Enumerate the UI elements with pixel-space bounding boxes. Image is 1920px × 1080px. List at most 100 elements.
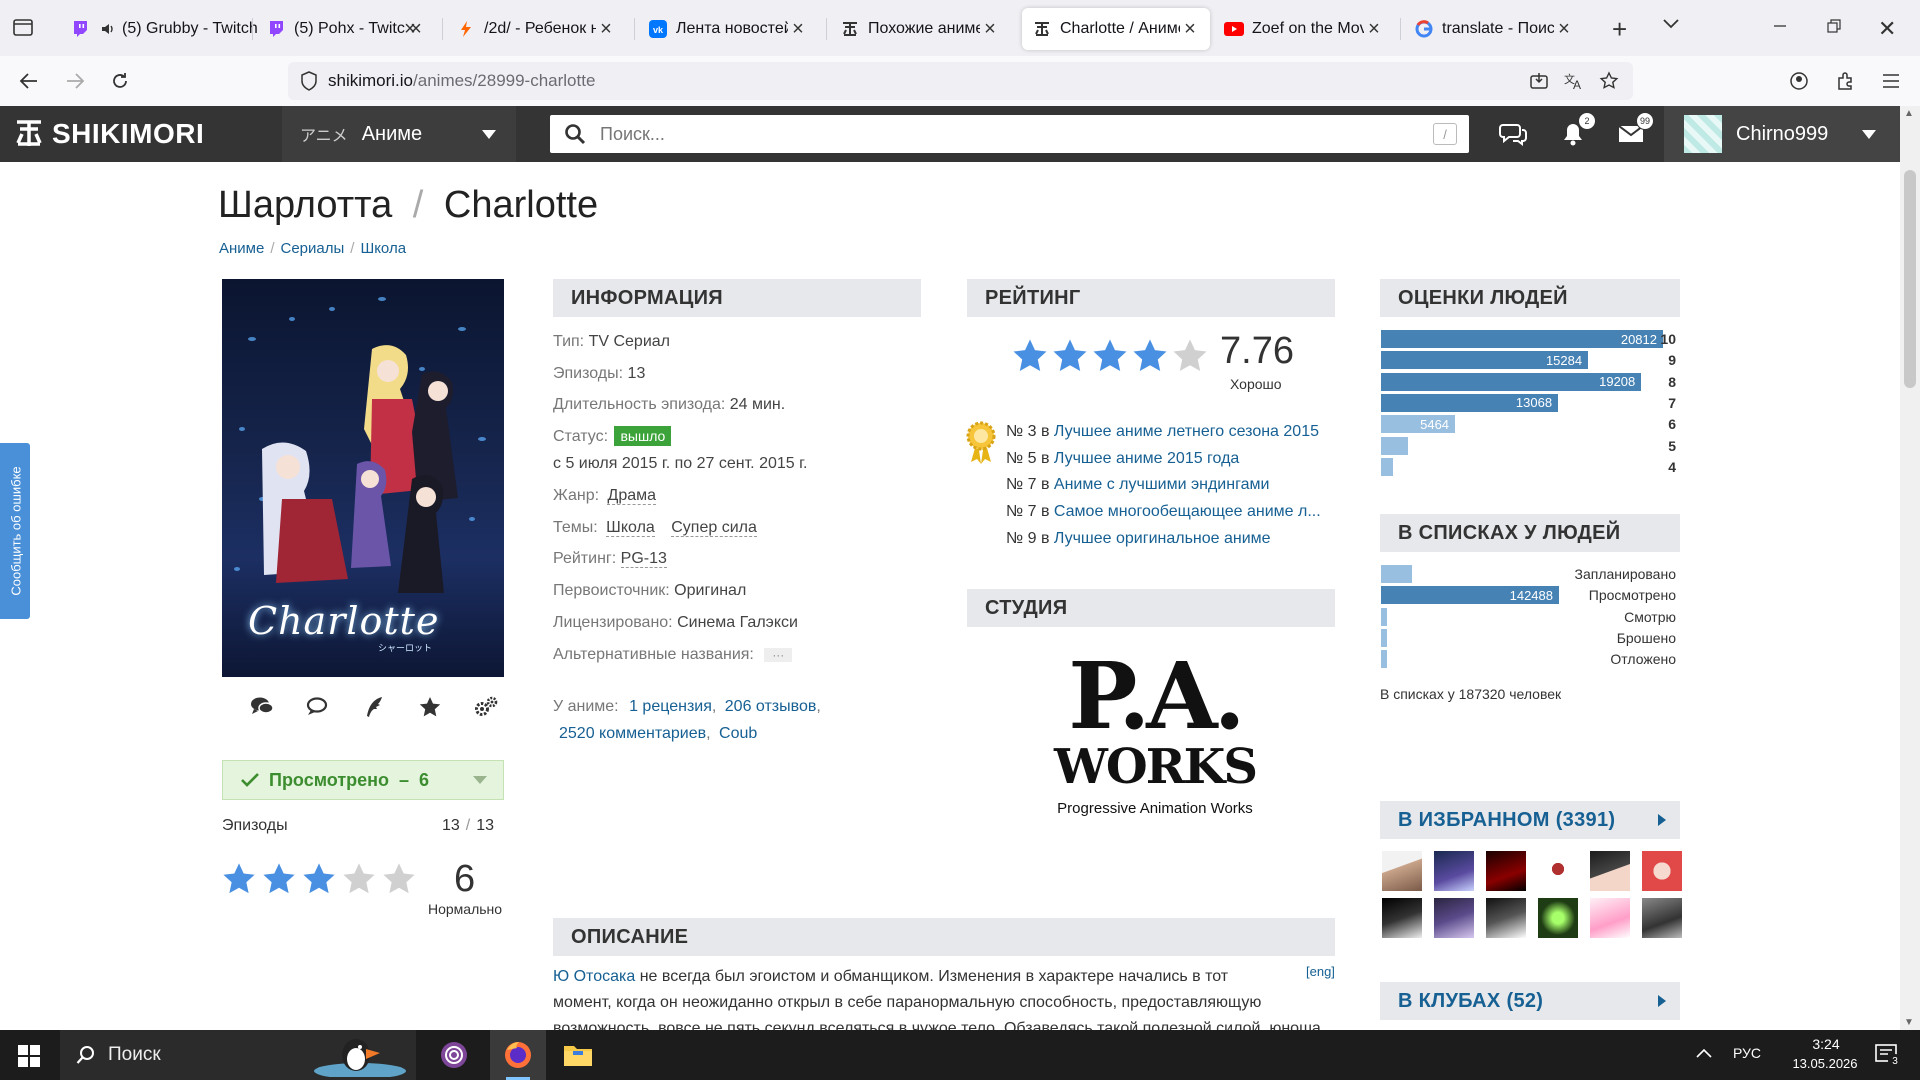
search-input[interactable] [600,123,1433,145]
studio-logo[interactable]: P.A. WORKS Progressive Animation Works [1040,650,1270,860]
bookmark-star-icon[interactable] [1599,71,1619,91]
review-quill-icon[interactable] [346,696,402,718]
poster-image[interactable]: Charlotte シャーロット [222,279,504,677]
star-filled-icon[interactable] [262,862,296,896]
close-tab-icon[interactable]: × [980,18,1000,41]
close-tab-icon[interactable]: × [1180,18,1200,41]
award-link[interactable]: Самое многообещающее аниме л... [1054,503,1321,520]
clubs-header[interactable]: В КЛУБАХ (52) [1380,982,1680,1020]
close-tab-icon[interactable]: × [1554,18,1574,41]
favourite-user-avatar[interactable] [1590,898,1630,938]
comments-icon[interactable] [234,696,290,718]
tray-chevron-up-icon[interactable] [1696,1048,1712,1058]
favourite-user-avatar[interactable] [1590,851,1630,891]
coub-link[interactable]: Coub [719,725,757,742]
close-tab-icon[interactable]: × [406,18,426,41]
tab-overview-icon[interactable] [12,16,34,38]
account-icon[interactable] [1782,64,1816,98]
star-filled-icon[interactable] [302,862,336,896]
tab-list-chevron-icon[interactable] [1662,18,1680,30]
app-firefox-icon[interactable] [490,1030,546,1080]
site-logo[interactable]: SHIKIMORI [14,118,204,150]
url-bar[interactable]: shikimori.io/animes/28999-charlotte 文A [288,62,1633,100]
favourite-user-avatar[interactable] [1538,851,1578,891]
star-empty-icon[interactable] [382,862,416,896]
browser-tab[interactable]: (5) Pohx - Twitch × [256,8,436,50]
install-icon[interactable] [1529,71,1549,91]
back-icon[interactable] [12,64,46,98]
breadcrumb-anime[interactable]: Аниме [219,240,264,257]
user-score-stars[interactable] [222,862,422,896]
reviews-link[interactable]: 1 рецензия [629,698,712,715]
breadcrumb-series[interactable]: Сериалы [281,240,345,257]
favourites-header[interactable]: В ИЗБРАННОМ (3391) [1380,801,1680,839]
genre-link[interactable]: Драма [607,487,657,505]
rating-link[interactable]: PG-13 [620,550,667,568]
close-window-icon[interactable]: ✕ [1878,16,1896,42]
theme-link-school[interactable]: Школа [606,519,655,537]
favourite-user-avatar[interactable] [1642,851,1682,891]
speaker-icon[interactable] [98,19,118,39]
breadcrumb-school[interactable]: Школа [360,240,406,257]
search-field[interactable]: / [550,115,1469,153]
user-menu[interactable]: Chirno999 [1664,106,1900,162]
forward-icon[interactable] [58,64,92,98]
award-link[interactable]: Лучшее аниме летнего сезона 2015 [1054,423,1319,440]
close-tab-icon[interactable]: × [788,18,808,41]
input-language[interactable]: РУС [1733,1045,1761,1061]
minimize-icon[interactable] [1772,18,1788,34]
mail-icon[interactable]: 99 [1614,112,1654,150]
favourite-user-avatar[interactable] [1486,898,1526,938]
restore-icon[interactable] [1826,18,1842,34]
windows-start-icon[interactable] [18,1045,40,1067]
reload-icon[interactable] [103,64,137,98]
feedback-link[interactable]: 206 отзывов [725,698,817,715]
award-link[interactable]: Аниме с лучшими эндингами [1054,476,1270,493]
translate-icon[interactable]: 文A [1563,71,1585,91]
extensions-icon[interactable] [1828,64,1862,98]
dialogs-icon[interactable] [1496,118,1530,150]
site-info-icon[interactable] [300,71,318,91]
discussion-icon[interactable] [290,696,346,718]
theme-link-superpower[interactable]: Супер сила [671,519,757,537]
notification-center-icon[interactable]: 3 [1874,1042,1902,1068]
browser-tab-active[interactable]: Charlotte / Аниме × [1022,8,1210,50]
favourite-user-avatar[interactable] [1642,898,1682,938]
report-error-button[interactable]: Сообщить об ошибке [0,443,30,619]
new-tab-icon[interactable]: + [1612,14,1627,45]
alt-names-expand[interactable]: ··· [764,648,793,662]
close-tab-icon[interactable]: × [1364,18,1384,41]
section-menu[interactable]: アニメ Аниме [282,106,516,162]
browser-tab[interactable]: /2d/ - Ребенок не × [446,8,626,50]
browser-tab[interactable]: vk Лента новостей × [638,8,818,50]
favourite-user-avatar[interactable] [1434,898,1474,938]
character-link[interactable]: Ю Отосака [553,968,635,985]
scrollbar-thumb[interactable] [1904,170,1916,388]
favourite-user-avatar[interactable] [1382,898,1422,938]
award-link[interactable]: Лучшее аниме 2015 года [1054,450,1239,467]
clock-time[interactable]: 3:24 [1786,1036,1866,1052]
favourite-star-icon[interactable] [402,696,458,718]
star-empty-icon[interactable] [342,862,376,896]
award-link[interactable]: Лучшее оригинальное аниме [1054,530,1271,547]
settings-gears-icon[interactable] [458,696,514,718]
clock-date[interactable]: 13.05.2026 [1782,1056,1868,1071]
menu-icon[interactable] [1874,64,1908,98]
browser-tab[interactable]: translate - Поиск в × [1404,8,1584,50]
favourite-user-avatar[interactable] [1382,851,1422,891]
browser-tab[interactable]: Zoef on the Move × [1214,8,1394,50]
app-tor-icon[interactable] [432,1038,476,1072]
close-tab-icon[interactable]: × [596,18,616,41]
list-status-dropdown[interactable]: Просмотрено – 6 [222,760,504,800]
app-explorer-icon[interactable] [556,1038,600,1072]
description-lang-switch[interactable]: [eng] [1306,964,1335,979]
favourite-user-avatar[interactable] [1538,898,1578,938]
notifications-icon[interactable]: 2 [1556,112,1596,150]
star-filled-icon[interactable] [222,862,256,896]
page-scrollbar[interactable]: ▲ ▼ [1900,106,1920,1030]
episodes-watched[interactable]: 13 [442,817,460,834]
comments-link[interactable]: 2520 комментариев [559,725,706,742]
browser-tab[interactable]: Похожие аниме / × [830,8,1010,50]
favourite-user-avatar[interactable] [1486,851,1526,891]
taskbar-search[interactable]: Поиск [60,1030,416,1080]
